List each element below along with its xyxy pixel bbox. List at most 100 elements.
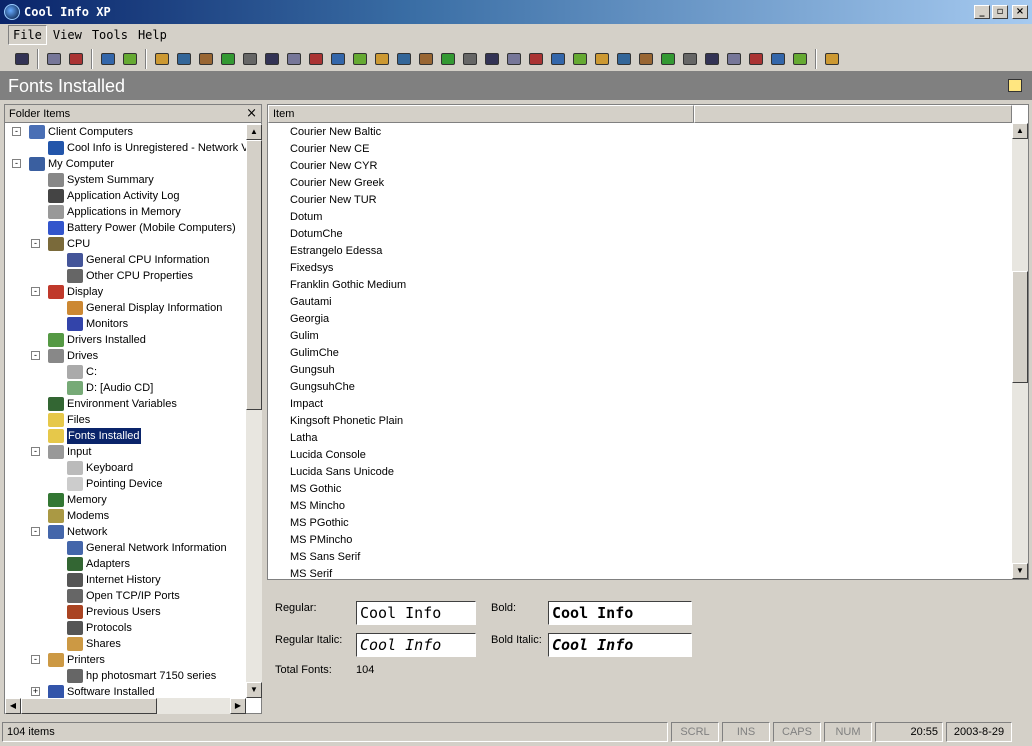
tree-item[interactable]: - Network [31, 524, 107, 540]
toolbar-button-8[interactable] [196, 49, 216, 69]
toolbar-button-12[interactable] [284, 49, 304, 69]
toolbar-button-17[interactable] [394, 49, 414, 69]
font-list-item[interactable]: Courier New TUR [290, 192, 377, 209]
expand-icon[interactable]: + [31, 687, 40, 696]
toolbar-button-15[interactable] [350, 49, 370, 69]
tree-item[interactable]: - Client Computers [12, 124, 133, 140]
tree-item[interactable]: C: [67, 364, 97, 380]
restore-button[interactable]: ▫ [992, 5, 1008, 19]
font-list-item[interactable]: Franklin Gothic Medium [290, 277, 406, 294]
collapse-icon[interactable]: - [31, 447, 40, 456]
font-list-item[interactable]: GulimChe [290, 345, 339, 362]
tree-item[interactable]: Memory [48, 492, 107, 508]
tree-item[interactable]: Cool Info is Unregistered - Network V [48, 140, 246, 156]
font-list-item[interactable]: Courier New Greek [290, 175, 384, 192]
collapse-icon[interactable]: - [31, 287, 40, 296]
toolbar-button-9[interactable] [218, 49, 238, 69]
tree-item[interactable]: - Drives [31, 348, 98, 364]
tree-item[interactable]: Open TCP/IP Ports [67, 588, 180, 604]
menu-help[interactable]: Help [134, 26, 171, 44]
toolbar-button-31[interactable] [702, 49, 722, 69]
scroll-up-button[interactable]: ▲ [1012, 123, 1028, 139]
scroll-thumb[interactable] [246, 140, 262, 410]
column-item[interactable]: Item [268, 105, 694, 123]
font-list-item[interactable]: Gautami [290, 294, 332, 311]
app-icon[interactable] [4, 4, 20, 20]
font-list-item[interactable]: Lucida Console [290, 447, 366, 464]
font-list-item[interactable]: MS PMincho [290, 532, 352, 549]
collapse-icon[interactable]: - [31, 351, 40, 360]
tree-item[interactable]: Modems [48, 508, 109, 524]
tree-item[interactable]: Protocols [67, 620, 132, 636]
toolbar-button-21[interactable] [482, 49, 502, 69]
tree-item[interactable]: System Summary [48, 172, 154, 188]
tree-item[interactable]: Battery Power (Mobile Computers) [48, 220, 236, 236]
toolbar-button-24[interactable] [548, 49, 568, 69]
scroll-up-button[interactable]: ▲ [246, 124, 262, 140]
scroll-right-button[interactable]: ▶ [230, 698, 246, 714]
toolbar-button-6[interactable] [152, 49, 172, 69]
list-vertical-scrollbar[interactable]: ▲ ▼ [1012, 123, 1028, 579]
font-list-item[interactable]: MS Mincho [290, 498, 345, 515]
font-list-item[interactable]: Kingsoft Phonetic Plain [290, 413, 403, 430]
font-list-item[interactable]: Estrangelo Edessa [290, 243, 382, 260]
font-list-item[interactable]: Dotum [290, 209, 322, 226]
close-button[interactable]: × [1012, 5, 1028, 19]
tree-item[interactable]: Environment Variables [48, 396, 177, 412]
collapse-icon[interactable]: - [31, 655, 40, 664]
scroll-down-button[interactable]: ▼ [246, 682, 262, 698]
tree-item[interactable]: Files [48, 412, 90, 428]
toolbar-button-26[interactable] [592, 49, 612, 69]
font-list-item[interactable]: Latha [290, 430, 318, 447]
scroll-left-button[interactable]: ◀ [5, 698, 21, 714]
tree-item[interactable]: - CPU [31, 236, 90, 252]
toolbar-button-16[interactable] [372, 49, 392, 69]
close-pane-icon[interactable]: × [246, 105, 257, 123]
hscroll-thumb[interactable] [21, 698, 157, 714]
tree-item[interactable]: Other CPU Properties [67, 268, 193, 284]
tree-item[interactable]: - My Computer [12, 156, 114, 172]
tree-item[interactable]: Previous Users [67, 604, 161, 620]
toolbar-button-11[interactable] [262, 49, 282, 69]
font-list-item[interactable]: MS Gothic [290, 481, 341, 498]
toolbar-button-14[interactable] [328, 49, 348, 69]
tree-item[interactable]: - Input [31, 444, 91, 460]
toolbar-button-27[interactable] [614, 49, 634, 69]
font-list-item[interactable]: Lucida Sans Unicode [290, 464, 394, 481]
tree-item[interactable]: Internet History [67, 572, 161, 588]
toolbar-button-32[interactable] [724, 49, 744, 69]
font-list-item[interactable]: Gulim [290, 328, 319, 345]
collapse-icon[interactable]: - [12, 159, 21, 168]
toolbar-button-2[interactable] [44, 49, 64, 69]
font-list-item[interactable]: Georgia [290, 311, 329, 328]
scroll-down-button[interactable]: ▼ [1012, 563, 1028, 579]
menu-view[interactable]: View [49, 26, 86, 44]
toolbar-button-19[interactable] [438, 49, 458, 69]
minimize-button[interactable]: _ [974, 5, 990, 19]
font-list-item[interactable]: Fixedsys [290, 260, 333, 277]
toolbar-button-1[interactable] [12, 49, 32, 69]
font-list-item[interactable]: MS Sans Serif [290, 549, 360, 566]
font-list-item[interactable]: GungsuhChe [290, 379, 355, 396]
tree-item[interactable]: Monitors [67, 316, 128, 332]
tree-item[interactable]: D: [Audio CD] [67, 380, 153, 396]
font-list-item[interactable]: Courier New Baltic [290, 124, 381, 141]
toolbar-button-25[interactable] [570, 49, 590, 69]
tree-item[interactable]: - Printers [31, 652, 105, 668]
tree-item[interactable]: + Software Installed [31, 684, 154, 698]
toolbar-button-4[interactable] [98, 49, 118, 69]
toolbar-button-29[interactable] [658, 49, 678, 69]
collapse-icon[interactable]: - [31, 527, 40, 536]
toolbar-button-28[interactable] [636, 49, 656, 69]
tree-item[interactable]: General Network Information [67, 540, 227, 556]
toolbar-button-10[interactable] [240, 49, 260, 69]
tree-item[interactable]: Shares [67, 636, 121, 652]
toolbar-button-20[interactable] [460, 49, 480, 69]
toolbar-button-23[interactable] [526, 49, 546, 69]
font-list-item[interactable]: Gungsuh [290, 362, 335, 379]
toolbar-button-33[interactable] [746, 49, 766, 69]
tree-item[interactable]: Keyboard [67, 460, 133, 476]
tree-horizontal-scrollbar[interactable]: ◀ ▶ [5, 698, 246, 714]
font-list-item[interactable]: MS PGothic [290, 515, 349, 532]
tree-item[interactable]: - Display [31, 284, 103, 300]
